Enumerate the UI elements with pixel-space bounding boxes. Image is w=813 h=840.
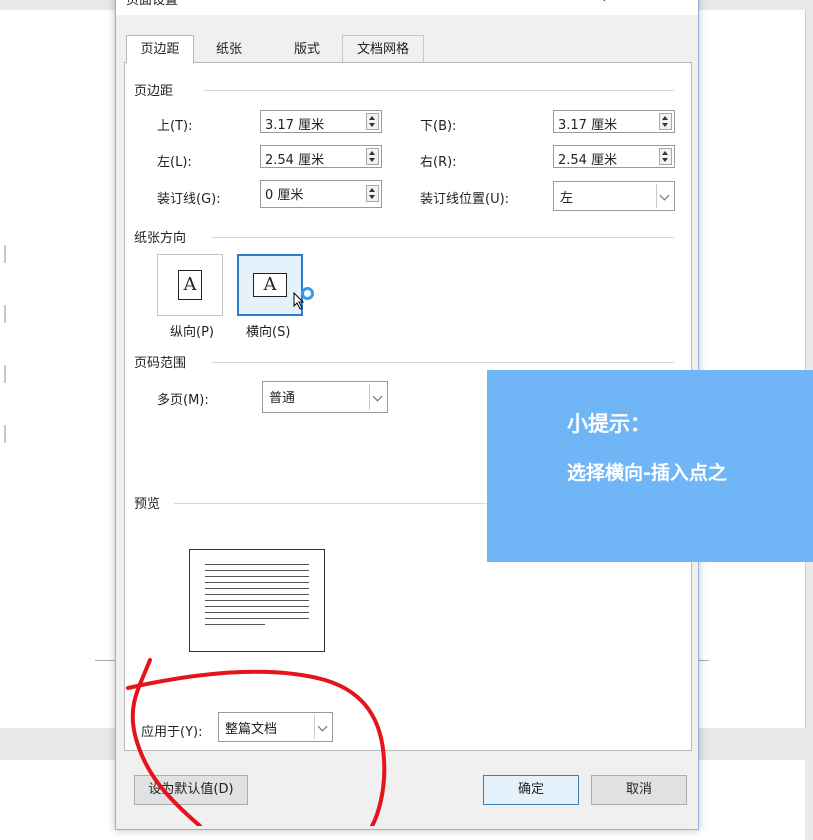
bottom-margin-spinner[interactable]: 3.17 厘米: [553, 110, 675, 133]
bottom-margin-label: 下(B):: [420, 119, 457, 134]
help-button[interactable]: ?: [601, 0, 608, 5]
spinner-arrows-icon[interactable]: [659, 113, 672, 130]
set-default-button[interactable]: 设为默认值(D): [134, 775, 248, 805]
left-margin-spinner[interactable]: 2.54 厘米: [260, 145, 382, 168]
spinner-arrows-icon[interactable]: [366, 185, 379, 202]
margins-group-rule: [204, 90, 674, 91]
preview-group-label: 预览: [134, 497, 161, 512]
cancel-button[interactable]: 取消: [591, 775, 687, 805]
chevron-down-icon[interactable]: [314, 715, 330, 739]
bottom-margin-value[interactable]: 3.17 厘米: [558, 114, 617, 133]
pages-group-label: 页码范围: [134, 356, 187, 371]
orientation-group-label: 纸张方向: [134, 231, 187, 246]
tip-title: 小提示：: [567, 412, 651, 436]
gutter-value[interactable]: 0 厘米: [265, 184, 303, 203]
gutter-spinner[interactable]: 0 厘米: [260, 180, 382, 208]
tab-margins[interactable]: 页边距: [126, 35, 194, 64]
chevron-down-icon[interactable]: [369, 384, 385, 410]
right-margin-spinner[interactable]: 2.54 厘米: [553, 145, 675, 168]
multiple-pages-label: 多页(M):: [157, 393, 209, 408]
spinner-arrows-icon[interactable]: [659, 148, 672, 165]
pages-group-rule: [212, 362, 674, 363]
portrait-button[interactable]: A: [157, 254, 223, 316]
orientation-group-rule: [212, 237, 674, 238]
tab-layout[interactable]: 版式: [276, 35, 338, 64]
left-margin-value[interactable]: 2.54 厘米: [265, 149, 324, 168]
close-button[interactable]: ✕: [662, 0, 674, 5]
gutter-label: 装订线(G):: [157, 192, 221, 207]
dialog-title: 页面设置: [126, 0, 179, 8]
spinner-arrows-icon[interactable]: [366, 113, 379, 130]
tip-text: 选择横向-插入点之: [567, 462, 727, 484]
right-margin-label: 右(R):: [420, 155, 457, 170]
mouse-pointer-icon: [293, 292, 305, 310]
apply-to-label: 应用于(Y):: [141, 725, 203, 740]
margins-group-label: 页边距: [134, 84, 174, 99]
apply-to-value[interactable]: 整篇文档: [225, 718, 277, 737]
preview-page-thumbnail: [189, 549, 325, 652]
portrait-label: 纵向(P): [170, 325, 214, 340]
gutter-position-select[interactable]: 左: [553, 181, 675, 211]
top-margin-spinner[interactable]: 3.17 厘米: [260, 110, 382, 133]
gutter-position-label: 装订线位置(U):: [420, 192, 510, 207]
ok-button[interactable]: 确定: [483, 775, 579, 805]
chevron-down-icon[interactable]: [656, 184, 672, 208]
tab-paper[interactable]: 纸张: [198, 35, 260, 64]
gutter-position-value[interactable]: 左: [560, 187, 573, 206]
landscape-label: 横向(S): [246, 325, 291, 340]
spinner-arrows-icon[interactable]: [366, 148, 379, 165]
right-margin-value[interactable]: 2.54 厘米: [558, 149, 617, 168]
landscape-page-icon: A: [253, 273, 287, 297]
dialog-titlebar: 页面设置 ? ✕: [116, 0, 698, 15]
preview-group-rule: [174, 503, 487, 504]
portrait-page-icon: A: [178, 270, 202, 300]
multiple-pages-select[interactable]: 普通: [262, 381, 388, 413]
multiple-pages-value[interactable]: 普通: [269, 387, 295, 406]
tab-document-grid[interactable]: 文档网格: [342, 35, 424, 63]
top-margin-value[interactable]: 3.17 厘米: [265, 114, 324, 133]
top-margin-label: 上(T):: [157, 119, 193, 134]
tip-overlay: 小提示： 选择横向-插入点之: [487, 370, 813, 562]
apply-to-select[interactable]: 整篇文档: [218, 712, 333, 742]
left-margin-label: 左(L):: [157, 155, 192, 170]
